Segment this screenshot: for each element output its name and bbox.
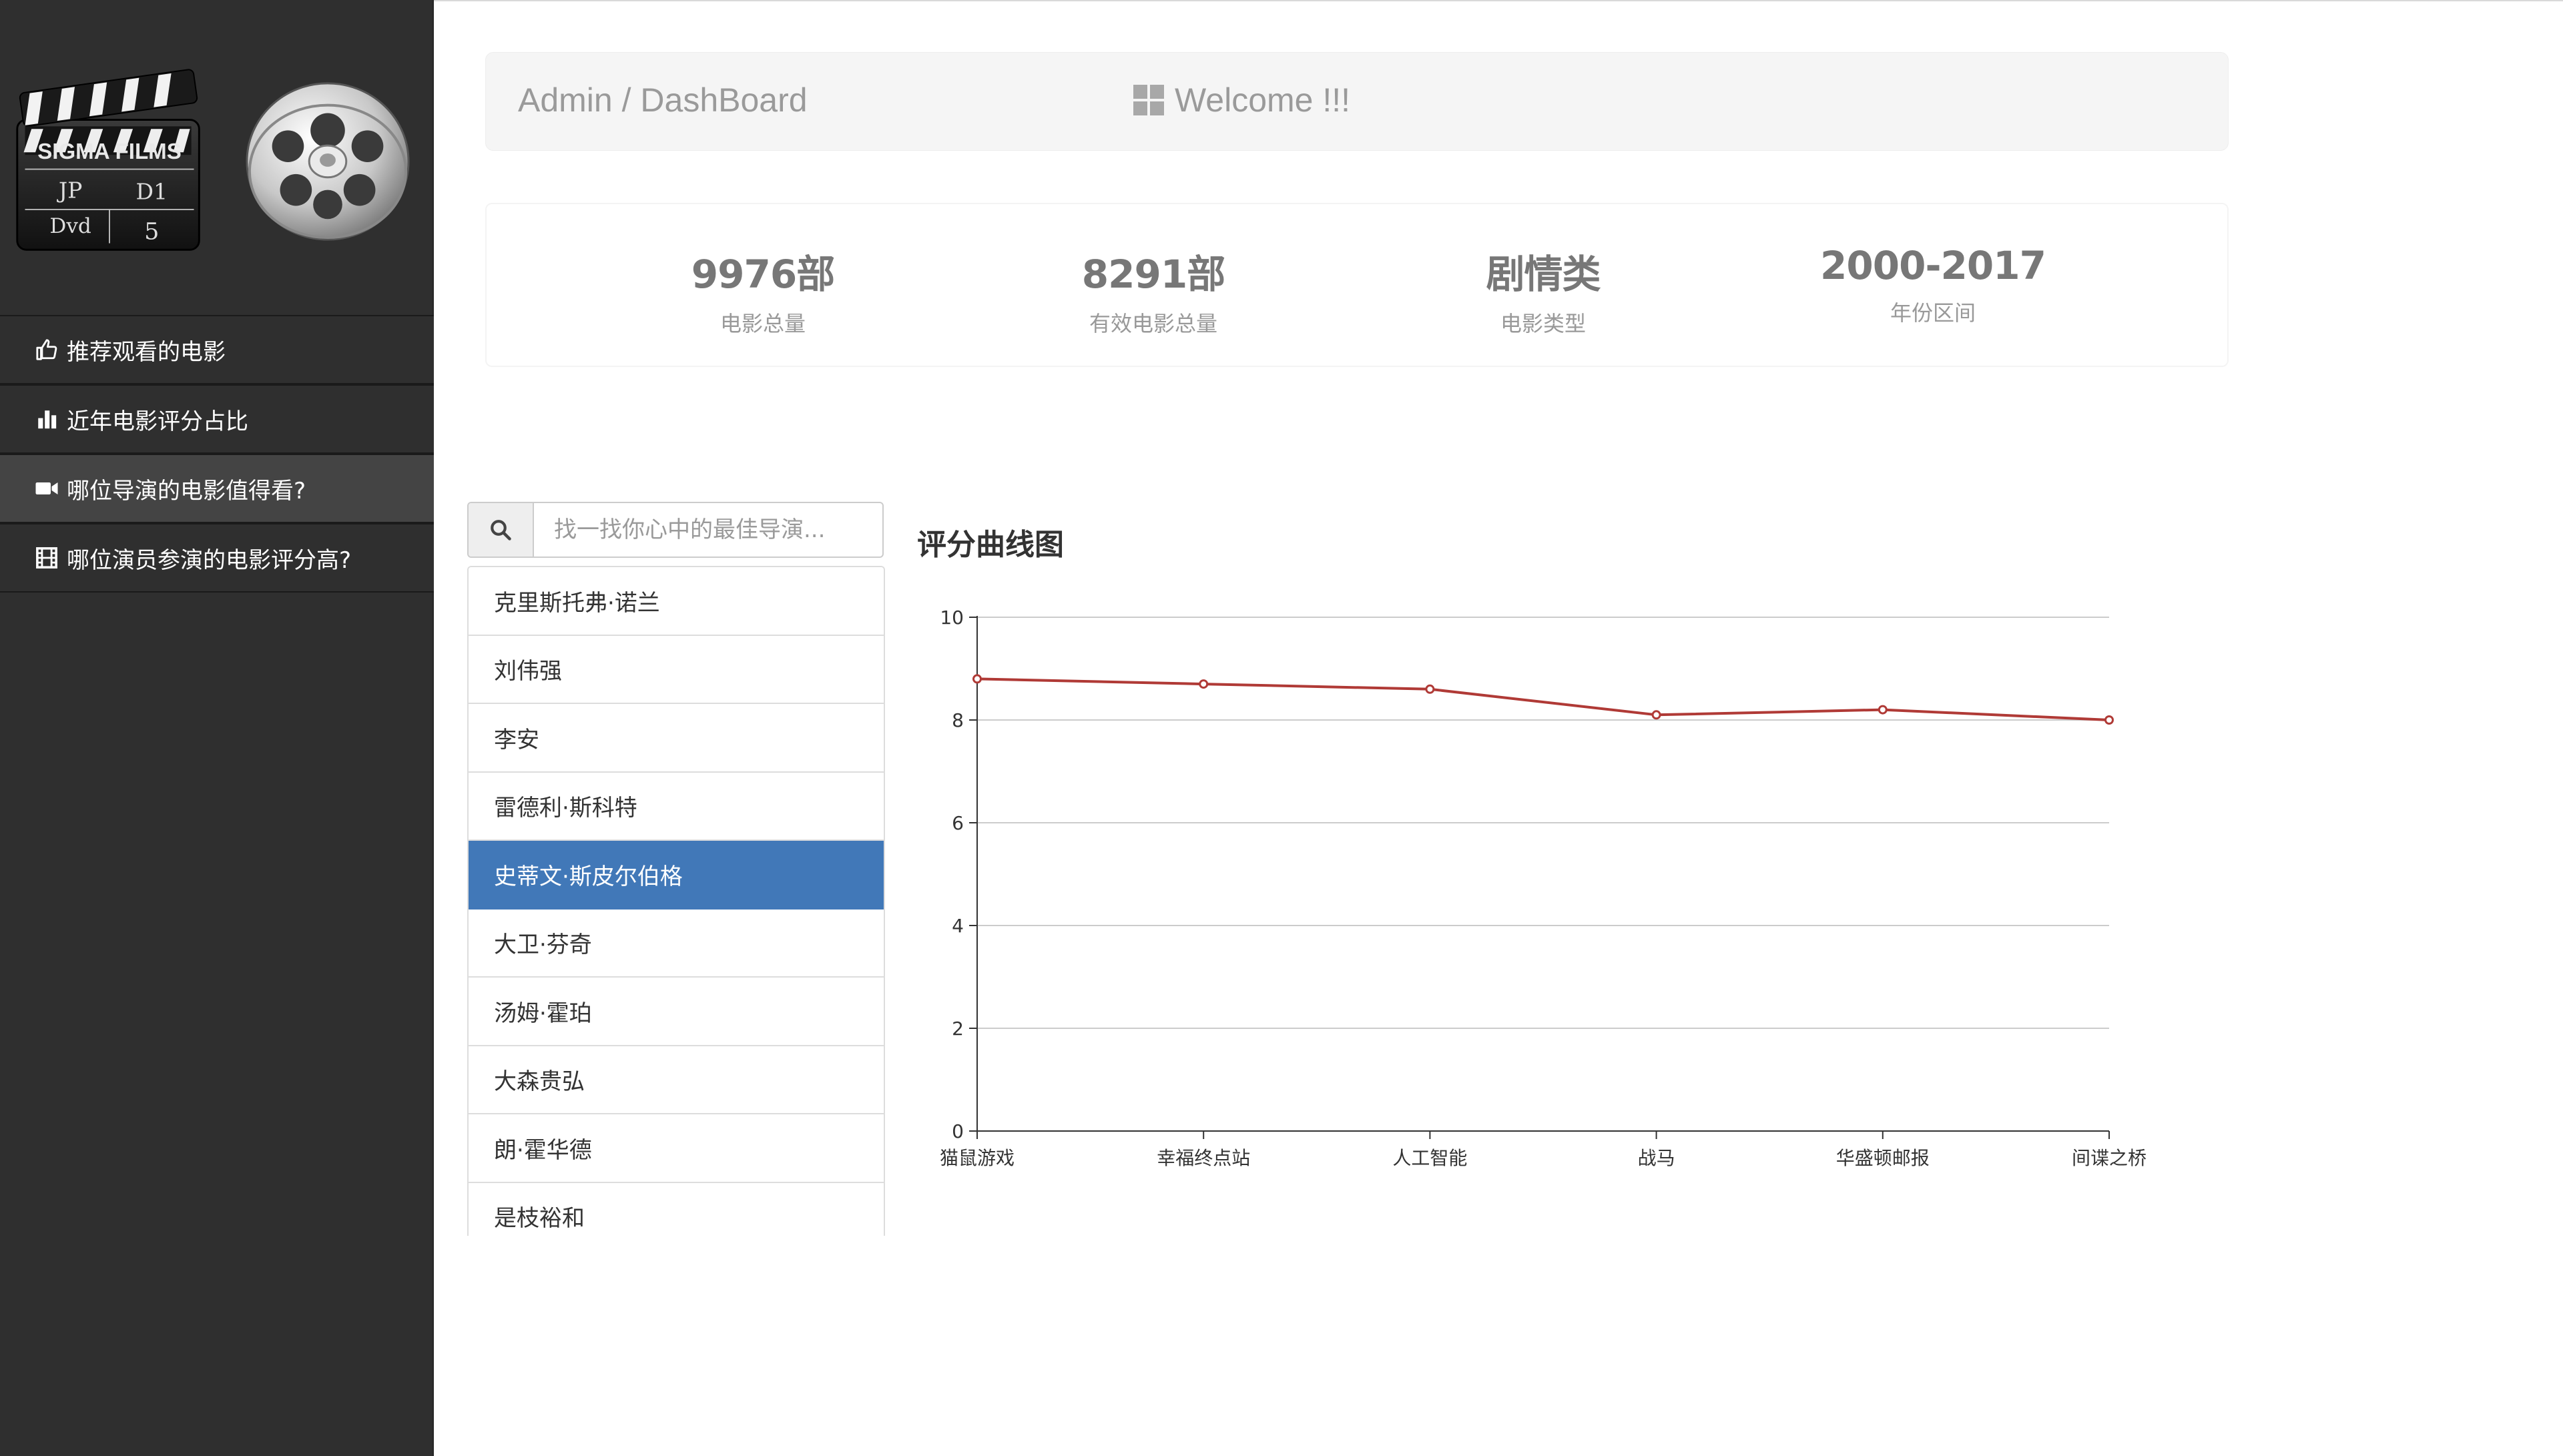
x-tick-label: 人工智能 — [1392, 1147, 1467, 1169]
data-point — [972, 674, 982, 684]
bar-chart-icon — [33, 406, 60, 432]
stat-valid-movies: 8291部 有效电影总量 — [1020, 243, 1287, 338]
stat-total-movies: 9976部 电影总量 — [629, 243, 896, 338]
director-list-item[interactable]: 汤姆·霍珀 — [469, 978, 884, 1046]
y-tick-label: 2 — [952, 1018, 964, 1040]
x-tick-label: 华盛顿邮报 — [1836, 1147, 1930, 1169]
stat-value: 8291部 — [1081, 252, 1225, 297]
film-reel-logo-icon — [246, 82, 410, 241]
svg-text:JP: JP — [57, 177, 83, 203]
chart-title: 评分曲线图 — [917, 528, 1064, 562]
film-icon — [33, 544, 60, 571]
sidebar-item-recommended[interactable]: 推荐观看的电影 — [0, 315, 434, 384]
page-header: Admin / DashBoard Welcome !!! — [485, 52, 2229, 151]
director-list-item[interactable]: 朗·霍华德 — [469, 1114, 884, 1183]
stats-panel: 9976部 电影总量 8291部 有效电影总量 剧情类 电影类型 2000-20… — [485, 203, 2229, 367]
director-list-item[interactable]: 是枝裕和 — [469, 1182, 884, 1236]
series-line — [976, 677, 2110, 721]
y-tick-label: 10 — [940, 607, 964, 629]
y-tick-label: 0 — [952, 1120, 964, 1142]
y-tick-label: 6 — [952, 812, 964, 834]
sidebar-item-rating-ratio[interactable]: 近年电影评分占比 — [0, 384, 434, 454]
stat-label: 电影类型 — [1500, 311, 1586, 336]
search-button[interactable] — [469, 503, 534, 557]
x-tick-label: 战马 — [1638, 1147, 1675, 1169]
breadcrumb: Admin / DashBoard — [518, 81, 808, 119]
director-list-item[interactable]: 大森贵弘 — [469, 1046, 884, 1114]
sidebar-item-label: 哪位导演的电影值得看? — [67, 477, 306, 504]
stat-label: 电影总量 — [720, 311, 806, 336]
director-list-item[interactable]: 克里斯托弗·诺兰 — [469, 567, 884, 636]
director-list-item[interactable]: 雷德利·斯科特 — [469, 772, 884, 841]
sidebar-nav: 推荐观看的电影 近年电影评分占比 哪位导演的电影值得看? 哪位演员参演的电影评分… — [0, 315, 434, 593]
welcome-message: Welcome !!! — [1133, 81, 1350, 119]
data-point — [1651, 710, 1661, 720]
clapperboard-logo-icon: SIGMA FILMS JP D1 Dvd 5 — [16, 69, 200, 251]
sidebar-item-label: 哪位演员参演的电影评分高? — [67, 547, 352, 574]
stat-value: 9976部 — [691, 252, 835, 297]
sidebar-item-label: 近年电影评分占比 — [67, 408, 248, 435]
svg-text:D1: D1 — [135, 178, 168, 204]
rating-line-chart: 0 2 4 6 8 10 猫鼠游戏 幸福终点站 人工智能 战马 华盛顿邮报 间谍之桥 — [940, 607, 2147, 1169]
director-list-item[interactable]: 李安 — [469, 704, 884, 773]
x-tick-label: 间谍之桥 — [2072, 1147, 2147, 1169]
sidebar: SIGMA FILMS JP D1 Dvd 5 推荐观看的电影 近年电影评分占比… — [0, 0, 434, 1456]
x-tick-label: 猫鼠游戏 — [940, 1147, 1015, 1169]
x-tick-label: 幸福终点站 — [1157, 1147, 1250, 1169]
stat-label: 年份区间 — [1890, 300, 1976, 326]
video-camera-icon — [33, 475, 60, 502]
logo: SIGMA FILMS JP D1 Dvd 5 — [0, 0, 434, 314]
director-list-item[interactable]: 刘伟强 — [469, 635, 884, 704]
y-tick-label: 8 — [952, 709, 964, 731]
y-tick-label: 4 — [952, 915, 964, 937]
data-point — [1878, 705, 1888, 715]
sidebar-item-label: 推荐观看的电影 — [67, 338, 226, 366]
welcome-text: Welcome !!! — [1175, 81, 1351, 119]
search-icon — [491, 520, 511, 540]
data-point — [1425, 684, 1435, 694]
stat-label: 有效电影总量 — [1089, 311, 1217, 336]
director-list-item[interactable]: 大卫·芬奇 — [469, 909, 884, 978]
stat-value: 2000-2017 — [1820, 243, 2046, 288]
search-input[interactable] — [534, 503, 882, 557]
svg-text:SIGMA FILMS: SIGMA FILMS — [37, 139, 182, 164]
sidebar-item-directors[interactable]: 哪位导演的电影值得看? — [0, 454, 434, 523]
sidebar-item-actors[interactable]: 哪位演员参演的电影评分高? — [0, 523, 434, 593]
svg-text:5: 5 — [144, 218, 159, 246]
thumbs-up-icon — [33, 336, 60, 363]
director-list: 克里斯托弗·诺兰 刘伟强 李安 雷德利·斯科特 史蒂文·斯皮尔伯格 大卫·芬奇 汤姆·霍珀大… — [467, 566, 885, 1236]
data-point — [2104, 715, 2114, 725]
stat-year-range: 2000-2017 年份区间 — [1799, 243, 2066, 327]
director-list-item[interactable]: 史蒂文·斯皮尔伯格 — [469, 841, 884, 909]
stat-genre: 剧情类 电影类型 — [1410, 243, 1677, 338]
svg-text:Dvd: Dvd — [49, 214, 91, 238]
dashboard-grid-icon — [1133, 85, 1164, 115]
director-search — [467, 502, 884, 558]
stat-value: 剧情类 — [1486, 252, 1601, 297]
data-point — [1199, 679, 1209, 689]
